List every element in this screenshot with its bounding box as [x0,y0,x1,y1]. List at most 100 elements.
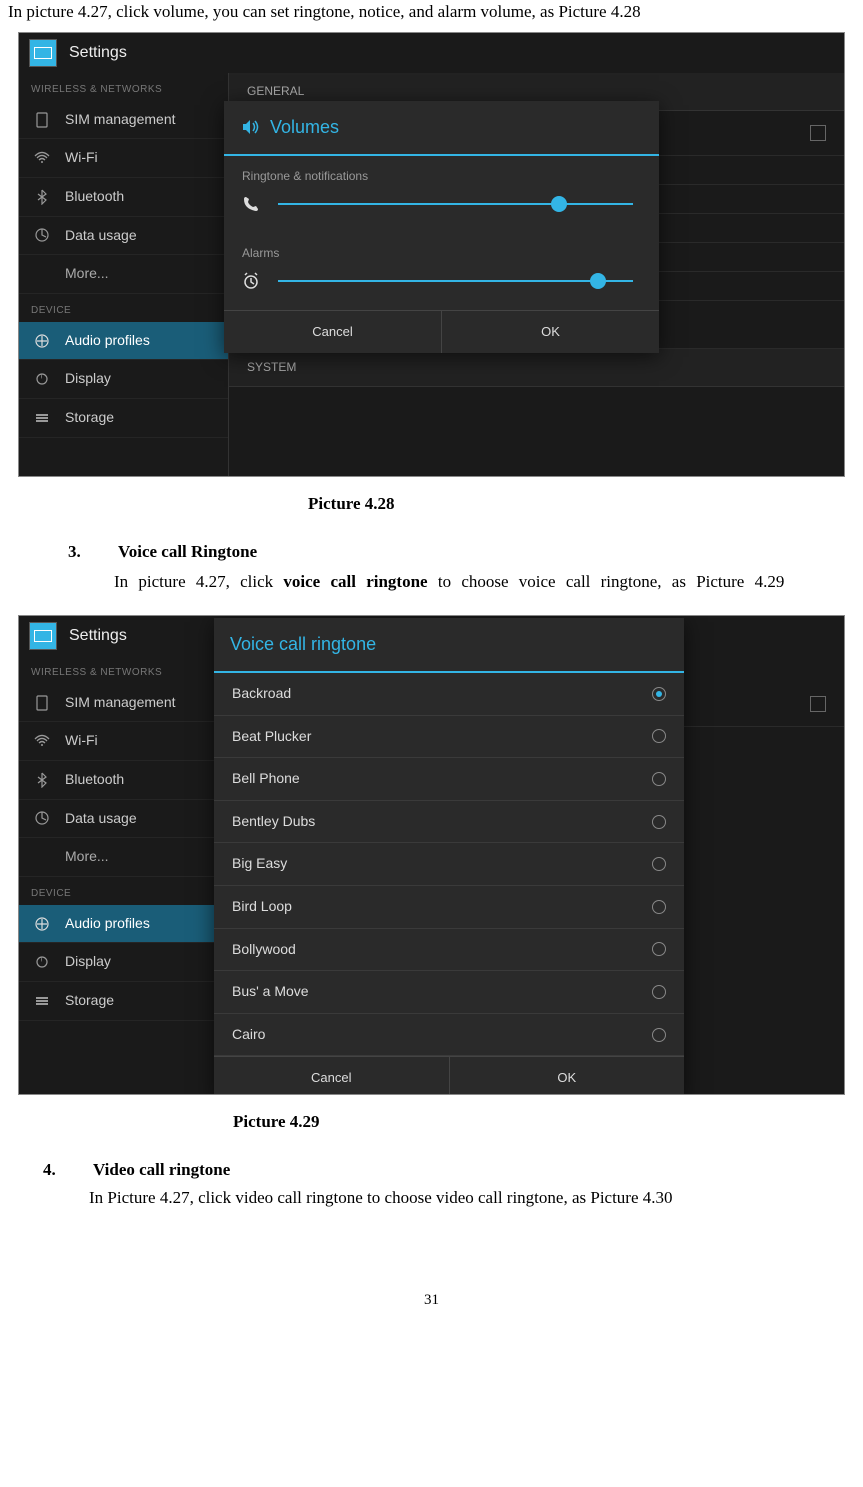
sidebar-item-more[interactable]: More... [19,838,228,877]
heading-video-call-ringtone: 4. Video call ringtone [43,1158,855,1182]
ok-button[interactable]: OK [450,1057,685,1094]
bluetooth-label: Bluetooth [65,770,124,790]
ok-button[interactable]: OK [442,311,659,353]
section-title: Voice call Ringtone [118,542,257,561]
settings-app-icon [29,622,57,650]
ringtone-slider[interactable] [278,203,633,205]
settings-sidebar: WIRELESS & NETWORKS SIM management Wi-Fi… [19,73,229,476]
dialog-title-row: Voice call ringtone [214,618,684,673]
wifi-label: Wi-Fi [65,731,98,751]
sidebar-item-data[interactable]: Data usage [19,800,228,839]
data-icon [33,809,51,827]
radio-icon[interactable] [652,815,666,829]
sidebar-item-more[interactable]: More... [19,255,228,294]
sidebar-item-sim[interactable]: SIM management [19,101,228,140]
sim-label: SIM management [65,693,176,713]
sim-icon [33,111,51,129]
section-number: 3. [68,540,114,564]
sidebar-item-display[interactable]: Display [19,360,228,399]
sidebar-item-sim[interactable]: SIM management [19,684,228,723]
alarms-slider-row [242,272,641,290]
section-title: Video call ringtone [93,1160,230,1179]
radio-icon[interactable] [652,985,666,999]
ringtone-slider-label: Ringtone & notifications [242,168,641,185]
ringtone-name: Bus' a Move [232,982,309,1002]
device-header: DEVICE [19,294,228,322]
ringtone-option[interactable]: Cairo [214,1014,684,1057]
audio-label: Audio profiles [65,331,150,351]
radio-icon[interactable] [652,687,666,701]
slider-thumb[interactable] [590,273,606,289]
dialog-button-row: Cancel OK [224,310,659,353]
radio-icon[interactable] [652,729,666,743]
app-title: Settings [69,625,127,647]
sidebar-item-audio[interactable]: Audio profiles [19,322,228,361]
bluetooth-icon [33,188,51,206]
sidebar-item-data[interactable]: Data usage [19,217,228,256]
bluetooth-label: Bluetooth [65,187,124,207]
sidebar-item-bluetooth[interactable]: Bluetooth [19,761,228,800]
display-icon [33,370,51,388]
cancel-button[interactable]: Cancel [214,1057,450,1094]
heading-voice-call-ringtone: 3. Voice call Ringtone [68,540,855,564]
ringtone-name: Beat Plucker [232,727,311,747]
alarms-slider[interactable] [278,280,633,282]
ringtone-list[interactable]: Backroad Beat Plucker Bell PhoneBentley Du… [214,673,684,1056]
section-number: 4. [43,1158,89,1182]
body-post: to choose voice call ringtone, as Pictur… [428,572,785,591]
ringtone-option[interactable]: Backroad [214,673,684,716]
sidebar-item-wifi[interactable]: Wi-Fi [19,722,228,761]
ringtone-option[interactable]: Bentley Dubs [214,801,684,844]
ringtone-option[interactable]: Bird Loop [214,886,684,929]
sidebar-item-storage[interactable]: Storage [19,982,228,1021]
wifi-label: Wi-Fi [65,148,98,168]
radio-icon[interactable] [652,857,666,871]
phone-icon [242,195,270,213]
ringtone-slider-row [242,195,641,213]
caption-picture-429: Picture 4.29 [233,1110,855,1134]
wireless-header: WIRELESS & NETWORKS [19,656,228,684]
slider-thumb[interactable] [551,196,567,212]
ringtone-option[interactable]: Bollywood [214,929,684,972]
data-icon [33,226,51,244]
voice-ringtone-dialog: Voice call ringtone Backroad Beat Plucker… [214,618,684,1095]
sidebar-item-audio[interactable]: Audio profiles [19,905,228,944]
radio-icon[interactable] [652,942,666,956]
radio-icon[interactable] [652,900,666,914]
voice-call-body: In picture 4.27, click voice call ringto… [114,568,855,597]
radio-icon[interactable] [652,1028,666,1042]
more-label: More... [65,264,109,284]
sim-icon [33,694,51,712]
alarms-slider-label: Alarms [242,245,641,262]
sim-label: SIM management [65,110,176,130]
audio-label: Audio profiles [65,914,150,934]
volume-icon [240,117,260,137]
ringtone-option[interactable]: Bus' a Move [214,971,684,1014]
ringtone-option[interactable]: Big Easy [214,843,684,886]
display-icon [33,953,51,971]
checkbox-icon[interactable] [810,125,826,141]
system-header: SYSTEM [229,349,844,387]
page-number: 31 [8,1290,855,1311]
radio-icon[interactable] [652,772,666,786]
device-header: DEVICE [19,877,228,905]
ringtone-option[interactable]: Beat Plucker [214,716,684,759]
ringtone-option[interactable]: Bell Phone [214,758,684,801]
dialog-title-text: Volumes [270,115,339,140]
sidebar-item-bluetooth[interactable]: Bluetooth [19,178,228,217]
bluetooth-icon [33,771,51,789]
volumes-dialog: Volumes Ringtone & notifications Alarms … [224,101,659,353]
app-title: Settings [69,42,127,64]
ringtone-name: Bollywood [232,940,296,960]
audio-icon [33,332,51,350]
checkbox-icon[interactable] [810,696,826,712]
audio-icon [33,915,51,933]
sidebar-item-wifi[interactable]: Wi-Fi [19,139,228,178]
sidebar-item-storage[interactable]: Storage [19,399,228,438]
data-label: Data usage [65,809,137,829]
caption-picture-428: Picture 4.28 [308,492,855,516]
cancel-button[interactable]: Cancel [224,311,442,353]
wifi-icon [33,732,51,750]
storage-icon [33,409,51,427]
sidebar-item-display[interactable]: Display [19,943,228,982]
